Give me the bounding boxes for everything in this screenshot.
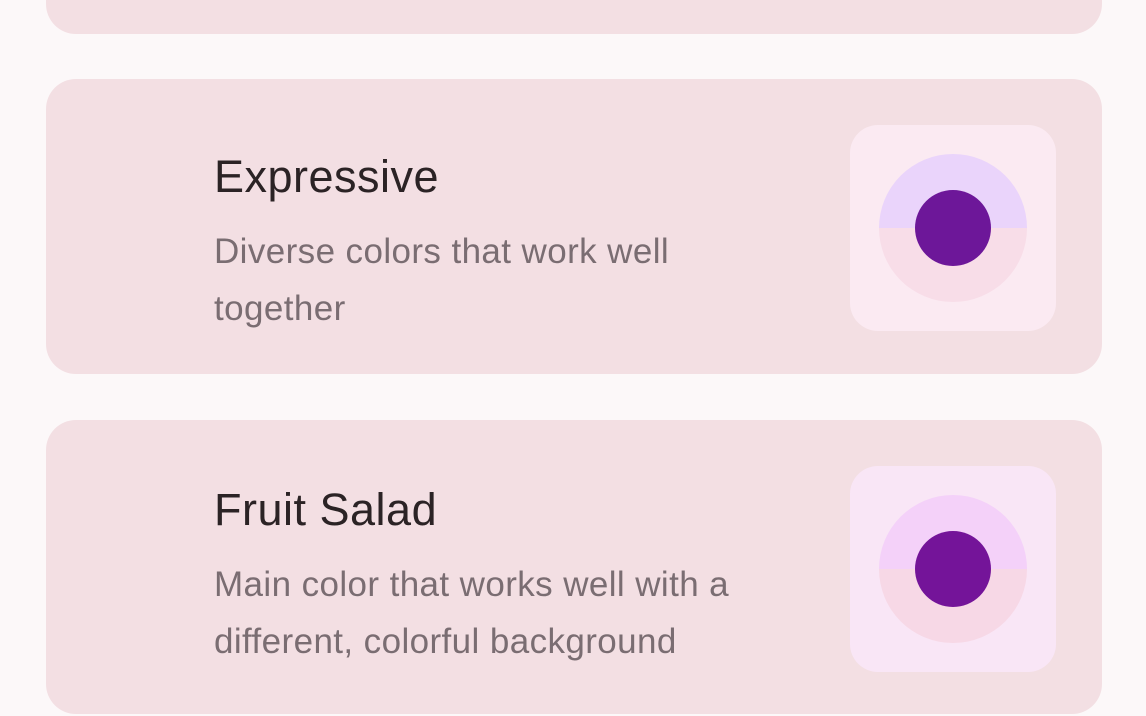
option-description: Diverse colors that work well together — [214, 232, 670, 328]
option-text: Fruit Salad Main color that works well w… — [214, 482, 802, 670]
color-style-list: Expressive Diverse colors that work well… — [0, 0, 1146, 716]
color-preview-fruit-salad — [850, 466, 1056, 672]
color-preview-expressive — [850, 125, 1056, 331]
swatch-center — [915, 190, 991, 266]
option-card-fruit-salad[interactable]: Fruit Salad Main color that works well w… — [46, 420, 1102, 714]
swatch-center — [915, 531, 991, 607]
option-title: Expressive — [214, 151, 440, 202]
swatch-icon — [879, 154, 1027, 302]
option-card-expressive[interactable]: Expressive Diverse colors that work well… — [46, 79, 1102, 374]
option-description: Main color that works well with a differ… — [214, 565, 730, 661]
option-card-partial[interactable] — [46, 0, 1102, 34]
option-title: Fruit Salad — [214, 484, 438, 535]
swatch-icon — [879, 495, 1027, 643]
option-text: Expressive Diverse colors that work well… — [214, 149, 802, 337]
